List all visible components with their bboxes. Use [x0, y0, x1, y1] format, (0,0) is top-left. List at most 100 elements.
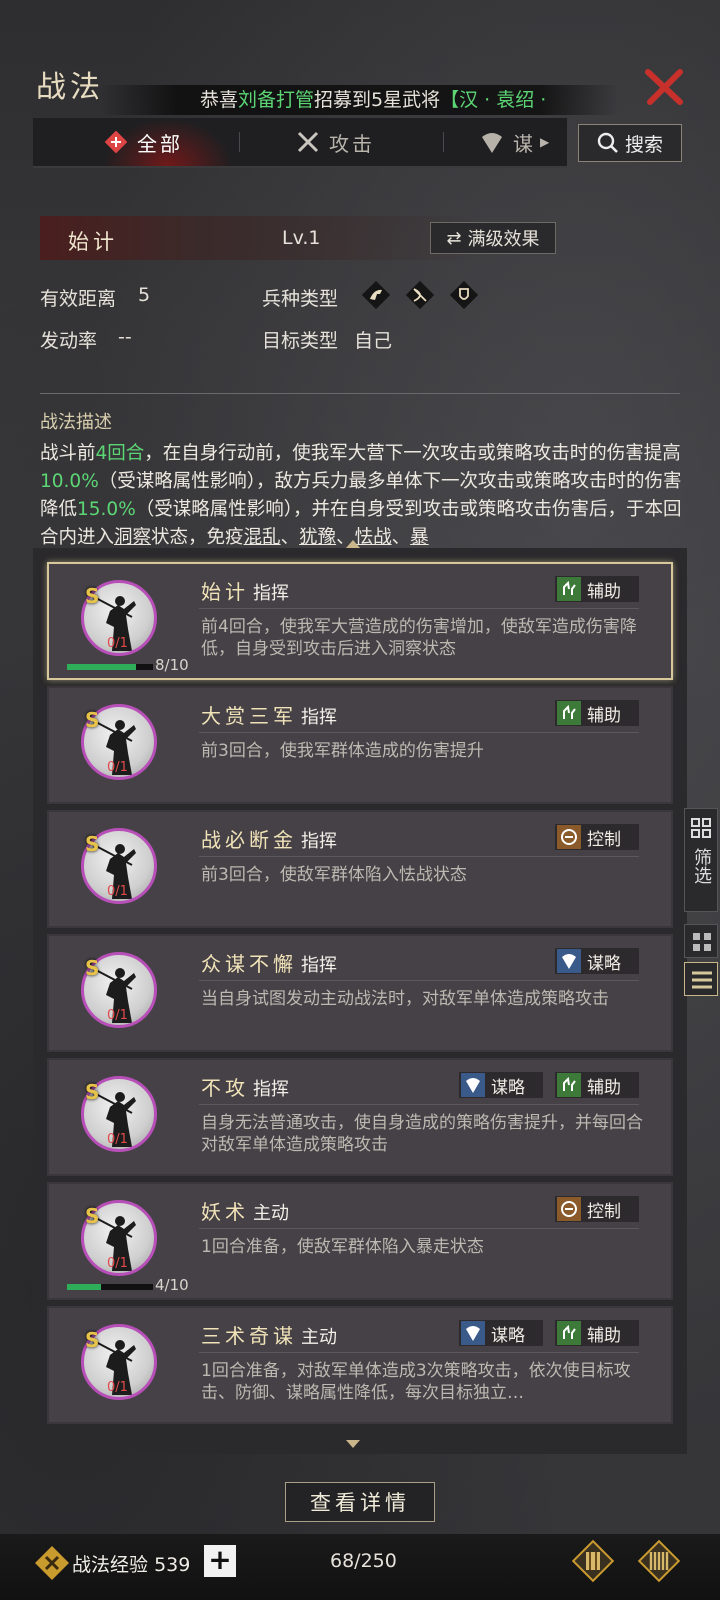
- filter-button[interactable]: 筛选: [684, 808, 718, 912]
- skill-card-type: 指挥: [301, 707, 337, 728]
- broadcast-ticker: 恭喜刘备打管招募到5星武将【汉 · 袁绍 ·: [100, 85, 618, 115]
- cavalry-icon[interactable]: [360, 279, 392, 311]
- exp-progress-fill: [67, 1284, 102, 1290]
- skill-description: 战斗前4回合，在自身行动前，使我军大营下一次攻击或策略攻击时的伤害提高 10.0%…: [40, 440, 684, 552]
- skill-card-description: 1回合准备，使敌军群体陷入暴走状态: [201, 1237, 484, 1257]
- desc-text: 战斗前: [40, 443, 96, 464]
- trigger-rate-label: 发动率: [40, 330, 98, 352]
- desc-highlight: 4回合: [95, 443, 145, 464]
- grid-view-button[interactable]: [684, 924, 718, 958]
- skill-level: Lv.1: [282, 227, 321, 249]
- skill-card-description: 自身无法普通攻击，使自身造成的策略伤害提升，并每回合对敌军单体造成策略攻击: [201, 1113, 643, 1155]
- skill-capacity: 68/250: [330, 1550, 397, 1572]
- skill-card[interactable]: S 0/1 众谋不懈 指挥 当自身试图发动主动战法时，对敌军单体造成策略攻击 谋略: [47, 934, 673, 1052]
- strategy-icon: [461, 1073, 485, 1097]
- grade-badge: S: [85, 1328, 100, 1352]
- scroll-down-indicator: [346, 1440, 360, 1448]
- skill-card-type: 指挥: [301, 955, 337, 976]
- skill-card[interactable]: S 0/1 8/10 始计 指挥 前4回合，使我军大营造成的伤害增加，使敌军造成伤害降低，…: [47, 562, 673, 680]
- ticker-prefix: 恭喜: [200, 89, 239, 111]
- skill-card-name: 始计 指挥: [201, 576, 289, 605]
- max-effect-button[interactable]: ⇄ 满级效果: [430, 222, 556, 254]
- tab-separator: [443, 132, 444, 152]
- desc-text: 、: [280, 527, 300, 548]
- assist-icon: [557, 1073, 581, 1097]
- skill-card[interactable]: S 0/1 4/10 妖术 主动 1回合准备，使敌军群体陷入暴走状态 控制: [47, 1182, 673, 1300]
- skill-tag-label: 辅助: [587, 1325, 621, 1346]
- status-link-insight[interactable]: 洞察: [114, 527, 151, 548]
- card-divider: [199, 1228, 639, 1229]
- exp-progress-fill: [67, 664, 136, 670]
- card-divider: [199, 1352, 639, 1353]
- search-icon: [597, 132, 618, 153]
- search-button[interactable]: 搜索: [578, 124, 682, 162]
- shield-icon[interactable]: [448, 279, 480, 311]
- status-link-fear[interactable]: 怯战: [355, 527, 392, 548]
- list-view-button[interactable]: [684, 962, 718, 996]
- add-exp-button[interactable]: +: [204, 1545, 236, 1577]
- target-type-label: 目标类型: [262, 330, 339, 352]
- skill-card-name: 众谋不懈 指挥: [201, 948, 337, 977]
- skill-card[interactable]: S 0/1 不攻 指挥 自身无法普通攻击，使自身造成的策略伤害提升，并每回合对敌军单体造…: [47, 1058, 673, 1176]
- grade-badge: S: [85, 708, 100, 732]
- status-link-hesitate[interactable]: 犹豫: [299, 527, 336, 548]
- desc-text: 、: [391, 527, 411, 548]
- skill-tag-label: 辅助: [587, 1077, 621, 1098]
- tab-strategy-label: 谋: [513, 131, 536, 156]
- ticker-player: 刘备打管: [238, 89, 315, 111]
- view-details-button[interactable]: 查看详情: [285, 1482, 435, 1522]
- tab-all-label: 全部: [137, 131, 183, 156]
- copy-count: 0/1: [107, 1132, 128, 1147]
- exp-progress-bar: [67, 664, 153, 670]
- status-link-rage[interactable]: 暴: [410, 527, 429, 548]
- crossed-swords-icon: [297, 131, 319, 153]
- skill-tag: 辅助: [555, 700, 639, 726]
- skill-card[interactable]: S 0/1 三术奇谋 主动 1回合准备，对敌军单体造成3次策略攻击，依次使目标攻击、防御…: [47, 1306, 673, 1424]
- status-link-chaos[interactable]: 混乱: [244, 527, 281, 548]
- skill-tag-label: 谋略: [587, 953, 621, 974]
- skill-tag: 谋略: [459, 1320, 543, 1346]
- skill-card-name: 战必断金 指挥: [201, 824, 337, 853]
- tab-separator: [239, 132, 240, 152]
- desc-text: ，在自身行动前，使我军大营下一次攻击或策略攻击时的伤害提高: [144, 443, 681, 464]
- card-divider: [199, 856, 639, 857]
- skill-card-title: 战必断金: [201, 828, 297, 852]
- skill-card[interactable]: S 0/1 大赏三军 指挥 前3回合，使我军群体造成的伤害提升 辅助: [47, 686, 673, 804]
- skill-card-name: 妖术 主动: [201, 1196, 289, 1225]
- control-icon: [557, 1197, 581, 1221]
- card-divider: [199, 608, 639, 609]
- skill-card-name: 大赏三军 指挥: [201, 700, 337, 729]
- swap-icon: ⇄: [446, 227, 462, 249]
- scroll-icon: [104, 130, 128, 154]
- skill-tag-label: 控制: [587, 829, 621, 850]
- filter-label: 筛选: [691, 848, 712, 884]
- skill-card-title: 始计: [201, 580, 249, 604]
- grade-badge: S: [85, 832, 100, 856]
- tab-strategy[interactable]: 谋 ▶: [479, 118, 567, 166]
- tab-attack[interactable]: 攻击: [295, 118, 425, 166]
- scroll-book-icon[interactable]: [570, 1538, 616, 1584]
- control-icon: [557, 825, 581, 849]
- bamboo-slips-icon[interactable]: [636, 1538, 682, 1584]
- skill-card[interactable]: S 0/1 战必断金 指挥 前3回合，使敌军群体陷入怯战状态 控制: [47, 810, 673, 928]
- grid-filter-icon: [691, 818, 711, 838]
- strategy-icon: [461, 1321, 485, 1345]
- copy-count: 0/1: [107, 884, 128, 899]
- skill-header-bar: [40, 216, 680, 260]
- skill-card-type: 指挥: [301, 831, 337, 852]
- grade-badge: S: [85, 584, 100, 608]
- close-button[interactable]: [640, 62, 688, 110]
- skill-card-description: 前4回合，使我军大营造成的伤害增加，使敌军造成伤害降低，自身受到攻击后进入洞察状…: [201, 617, 637, 659]
- skill-card-description: 当自身试图发动主动战法时，对敌军单体造成策略攻击: [201, 989, 609, 1009]
- tab-all[interactable]: 全部: [103, 118, 233, 166]
- assist-icon: [557, 1321, 581, 1345]
- copy-count: 0/1: [107, 1380, 128, 1395]
- assist-icon: [557, 701, 581, 725]
- archer-icon[interactable]: [404, 279, 436, 311]
- exp-progress-text: 8/10: [155, 656, 189, 674]
- skill-tag-label: 控制: [587, 1201, 621, 1222]
- divider: [40, 393, 680, 394]
- skill-tag-label: 谋略: [491, 1077, 525, 1098]
- skill-exp-label: 战法经验: [72, 1554, 149, 1576]
- skill-name: 始计: [68, 230, 118, 254]
